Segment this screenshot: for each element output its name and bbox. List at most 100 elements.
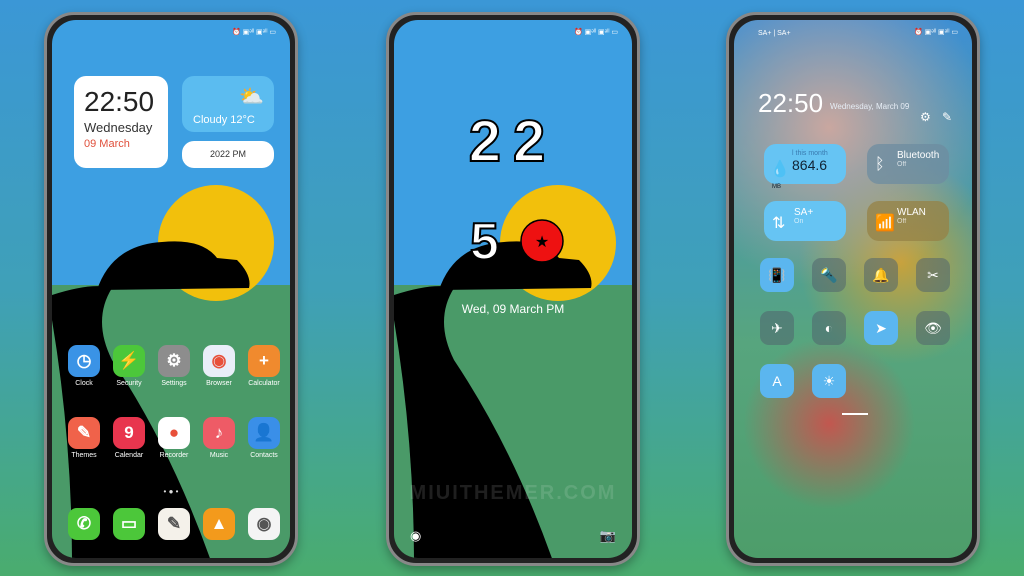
dock-notes[interactable]: ✎ (154, 508, 194, 540)
bluetooth-state: Off (897, 161, 907, 168)
app-contacts[interactable]: 👤 Contacts (244, 417, 284, 459)
music-icon: ♪ (203, 417, 235, 449)
clock-time: 22:50 (84, 86, 155, 117)
status-bar: ⏰ ▣ᵊˡˡ ▣ᵊˡˡ ▭ (574, 29, 618, 36)
toggle-vibrate[interactable]: 📳 (760, 258, 794, 292)
camera-icon: ◉ (248, 508, 280, 540)
sim-label: SA+ (794, 207, 814, 218)
data-usage-label: l this month (792, 150, 828, 157)
drag-handle[interactable] (842, 413, 868, 415)
browser-icon: ◉ (203, 345, 235, 377)
svg-text:★: ★ (535, 234, 549, 251)
data-usage-unit: MB (772, 184, 781, 190)
mobile-data-tile[interactable]: l this month 💧 864.6 MB (764, 144, 846, 190)
sim-tile[interactable]: ⇅ SA+ On (764, 201, 846, 241)
app-security[interactable]: ⚡ Security (109, 345, 149, 387)
app-themes[interactable]: ✎ Themes (64, 417, 104, 459)
data-usage-value: 864.6 (792, 157, 828, 173)
weather-widget[interactable]: ⛅ Cloudy 12°C (182, 76, 274, 132)
edit-icon[interactable]: ✎ (942, 110, 952, 124)
clock-icon: ◷ (68, 345, 100, 377)
toggle-mute[interactable]: 🔔 (864, 258, 898, 292)
dock-camera[interactable]: ◉ (244, 508, 284, 540)
location-icon: ➤ (875, 320, 887, 336)
control-center-phone: SA+ | SA+ ⏰ ▣ᵊˡˡ ▣ᵊˡˡ ▭ 22:50 Wednesday,… (726, 12, 980, 566)
dock-phone[interactable]: ✆ (64, 508, 104, 540)
lock-screen-phone: ★ ⏰ ▣ᵊˡˡ ▣ᵊˡˡ ▭ 22 5 Wed, 09 March PM MI… (386, 12, 640, 566)
phone-icon: ✆ (68, 508, 100, 540)
calendar-icon: 9 (113, 417, 145, 449)
dock-gallery[interactable]: ▲ (199, 508, 239, 540)
year-pill: 2022 PM (182, 141, 274, 168)
toggle-location[interactable]: ➤ (864, 311, 898, 345)
app-label: Recorder (159, 452, 189, 459)
dark-mode-icon: ◐ (824, 320, 834, 336)
bluetooth-tile[interactable]: ᛒ Bluetooth Off (867, 144, 949, 184)
notes-icon: ✎ (158, 508, 190, 540)
lock-date: Wed, 09 March PM (461, 302, 565, 316)
status-bar: ⏰ ▣ᵊˡˡ ▣ᵊˡˡ ▭ (232, 29, 276, 36)
clock-widget[interactable]: 22:50 Wednesday 09 March (74, 76, 168, 168)
toggle-dark-mode[interactable]: ◐ (812, 311, 846, 345)
settings-icon[interactable]: ⚙ (920, 110, 931, 124)
page-indicator[interactable]: • ● • (52, 487, 290, 496)
wlan-tile[interactable]: 📶 WLAN Off (867, 201, 949, 241)
home-screen-phone: ⏰ ▣ᵊˡˡ ▣ᵊˡˡ ▭ 22:50 Wednesday 09 March ⛅… (44, 12, 298, 566)
airplane-icon: ✈ (771, 320, 783, 336)
recorder-icon: ● (158, 417, 190, 449)
gallery-icon: ▲ (203, 508, 235, 540)
vibrate-icon: 📳 (768, 267, 786, 283)
app-browser[interactable]: ◉ Browser (199, 345, 239, 387)
app-settings[interactable]: ⚙ Settings (154, 345, 194, 387)
brightness-icon: ☀ (822, 373, 836, 389)
toggle-screenshot[interactable]: ✂ (916, 258, 950, 292)
themes-icon: ✎ (68, 417, 100, 449)
app-label: Calculator (248, 380, 280, 387)
messages-icon: ▭ (113, 508, 145, 540)
app-calendar[interactable]: 9 Calendar (109, 417, 149, 459)
assistant-shortcut-icon[interactable]: ◉ (410, 528, 421, 544)
app-label: Themes (71, 452, 97, 459)
wifi-icon: 📶 (875, 215, 895, 232)
contacts-icon: 👤 (248, 417, 280, 449)
app-label: Browser (206, 380, 232, 387)
toggle-reading-mode[interactable]: 👁 (916, 311, 950, 345)
app-recorder[interactable]: ● Recorder (154, 417, 194, 459)
app-calculator[interactable]: + Calculator (244, 345, 284, 387)
wlan-label: WLAN (897, 207, 926, 218)
app-music[interactable]: ♪ Music (199, 417, 239, 459)
app-label: Security (116, 380, 142, 387)
cloudy-icon: ⛅ (239, 86, 264, 108)
lock-hour: 22 (468, 108, 558, 175)
toggle-auto-brightness[interactable]: A (760, 364, 794, 398)
app-label: Calendar (114, 452, 144, 459)
app-label: Settings (161, 380, 187, 387)
status-bar: ⏰ ▣ᵊˡˡ ▣ᵊˡˡ ▭ (914, 29, 958, 36)
bluetooth-icon: ᛒ (875, 156, 885, 173)
app-clock[interactable]: ◷ Clock (64, 345, 104, 387)
toggle-airplane[interactable]: ✈ (760, 311, 794, 345)
carrier-label: SA+ | SA+ (758, 30, 791, 37)
security-icon: ⚡ (113, 345, 145, 377)
bluetooth-label: Bluetooth (897, 150, 940, 161)
cc-time: 22:50 (758, 88, 824, 118)
data-transfer-icon: ⇅ (772, 215, 786, 232)
camera-shortcut-icon[interactable]: 📷 (600, 528, 616, 544)
toggle-brightness[interactable]: ☀ (812, 364, 846, 398)
reading-mode-icon: 👁 (924, 320, 942, 336)
app-label: Music (209, 452, 229, 459)
clock-date: 09 March (84, 138, 130, 150)
toggle-flashlight[interactable]: 🔦 (812, 258, 846, 292)
wlan-state: Off (897, 218, 907, 225)
screenshot-icon: ✂ (927, 267, 939, 283)
app-label: Contacts (250, 452, 278, 459)
cc-date: Wednesday, March 09 (830, 102, 910, 111)
wallpaper-silhouette: ★ (394, 219, 592, 558)
mute-icon: 🔔 (872, 267, 890, 283)
dock-messages[interactable]: ▭ (109, 508, 149, 540)
weather-text: Cloudy 12°C (193, 114, 255, 126)
watermark: MIUITHEMER.COM (409, 482, 617, 504)
sim-state: On (794, 218, 804, 225)
calculator-icon: + (248, 345, 280, 377)
clock-day: Wednesday (84, 120, 153, 135)
